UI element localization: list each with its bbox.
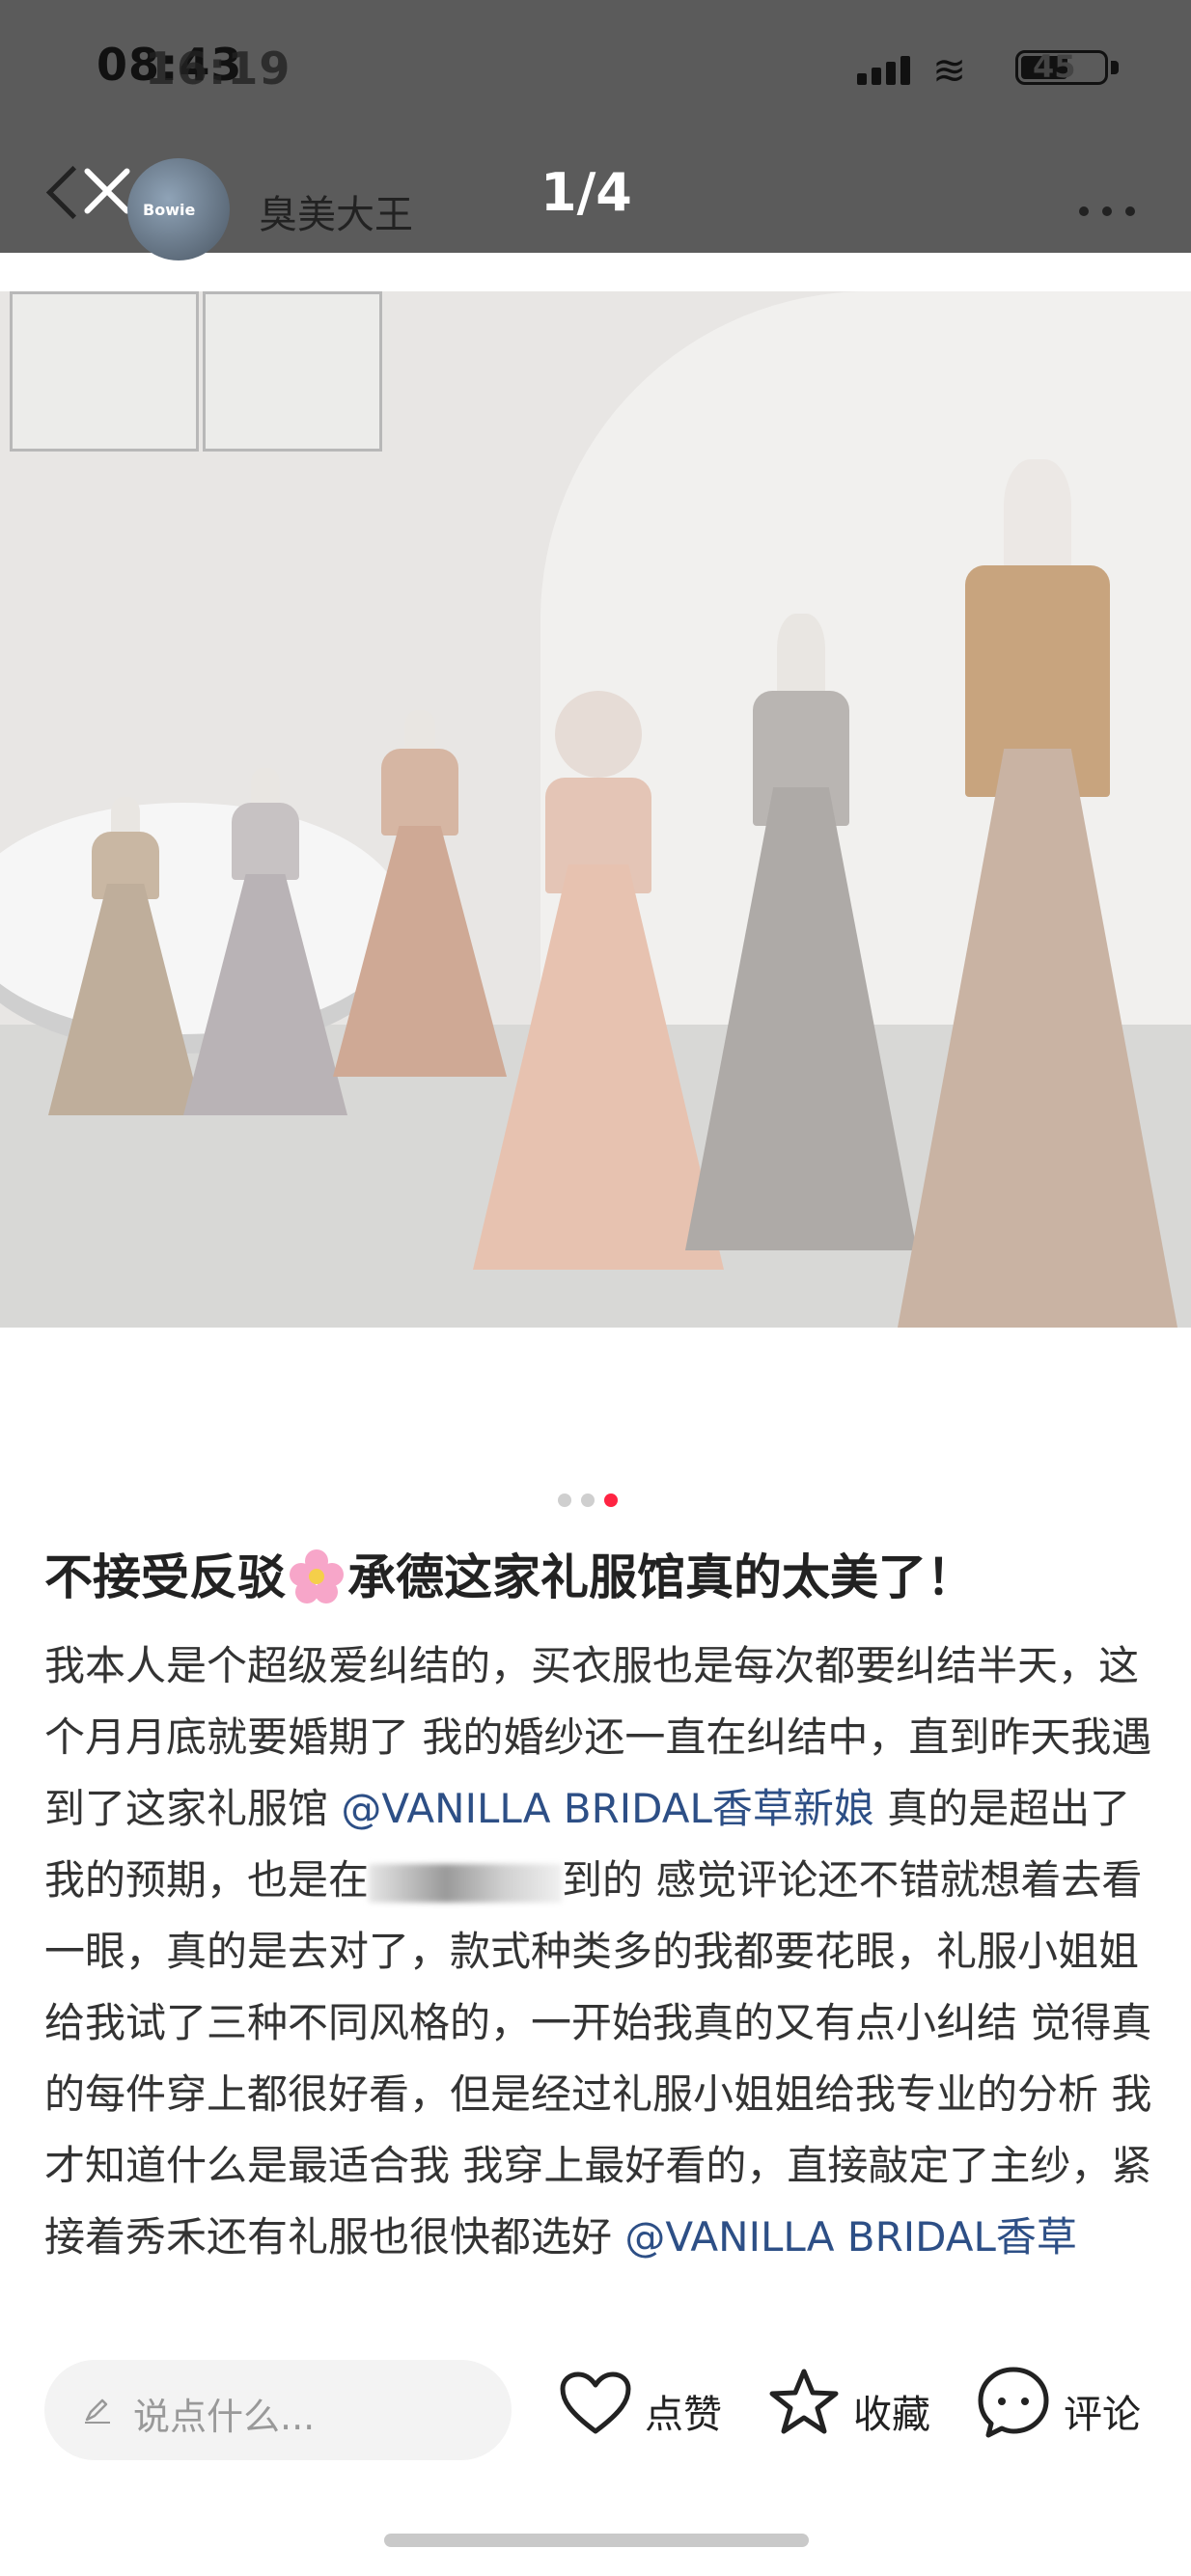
page-indicator: 1/4	[540, 162, 632, 223]
battery-level: 45	[1033, 48, 1076, 85]
username[interactable]: 臭美大王	[259, 183, 413, 239]
wall-panel	[203, 291, 382, 452]
status-time-overlay: 16:19	[145, 42, 291, 95]
gown-1	[48, 797, 203, 1115]
carousel-dot-active	[604, 1494, 618, 1507]
post-image[interactable]	[0, 291, 1191, 1328]
close-icon[interactable]	[79, 164, 133, 218]
status-time: 08:43 16:19	[97, 39, 290, 95]
more-icon[interactable]	[1079, 206, 1141, 218]
star-icon	[769, 2369, 839, 2434]
blurred-text	[369, 1863, 563, 1903]
collect-button[interactable]: 收藏	[768, 2364, 932, 2451]
post-title: 不接受反驳 承德这家礼服馆真的太美了！	[44, 1544, 1154, 1611]
post-title-part2: 承德这家礼服馆真的太美了！	[347, 1549, 975, 1605]
cellular-signal-icon	[857, 56, 925, 85]
wall-panel	[10, 291, 199, 452]
post-title-part1: 不接受反驳	[44, 1549, 286, 1605]
avatar[interactable]: Bowie	[127, 158, 230, 260]
heart-icon	[560, 2371, 631, 2434]
comment-placeholder: 说点什么...	[133, 2396, 316, 2438]
gown-2	[183, 768, 347, 1115]
battery-icon: 45	[1015, 48, 1123, 89]
comment-input[interactable]: 说点什么...	[44, 2360, 512, 2460]
mention-link[interactable]: @VANILLA BRIDAL香草	[624, 2213, 1077, 2261]
carousel-dot	[558, 1494, 571, 1507]
avatar-text: Bowie	[143, 201, 196, 219]
like-label: 点赞	[645, 2393, 722, 2437]
comment-button[interactable]: 评论	[977, 2364, 1160, 2451]
home-indicator[interactable]	[384, 2534, 809, 2547]
gown-6	[898, 459, 1177, 1328]
pencil-icon	[83, 2395, 112, 2424]
carousel-dots	[558, 1494, 625, 1509]
top-overlay: 08:43 16:19 ≋ 45 Bowie 臭美大王 1/4	[0, 0, 1191, 260]
comment-bubble-icon	[978, 2367, 1049, 2438]
post-body-text: 到的 感觉评论还不错就想着去看一眼，真的是去对了，款式种类多的我都要花眼，礼服小…	[44, 1856, 1152, 2261]
collect-label: 收藏	[853, 2393, 930, 2437]
cherry-blossom-icon	[290, 1549, 344, 1603]
comment-label: 评论	[1064, 2393, 1141, 2437]
like-button[interactable]: 点赞	[560, 2364, 724, 2451]
carousel-dot	[581, 1494, 595, 1507]
gown-5	[685, 614, 917, 1250]
wifi-icon: ≋	[932, 46, 967, 94]
mention-link[interactable]: @VANILLA BRIDAL香草新娘	[341, 1785, 874, 1832]
bottom-action-bar: 说点什么... 点赞 收藏 评论	[0, 2327, 1191, 2576]
post-body: 我本人是个超级爱纠结的，买衣服也是每次都要纠结半天，这个月月底就要婚期了 我的婚…	[44, 1631, 1154, 2327]
